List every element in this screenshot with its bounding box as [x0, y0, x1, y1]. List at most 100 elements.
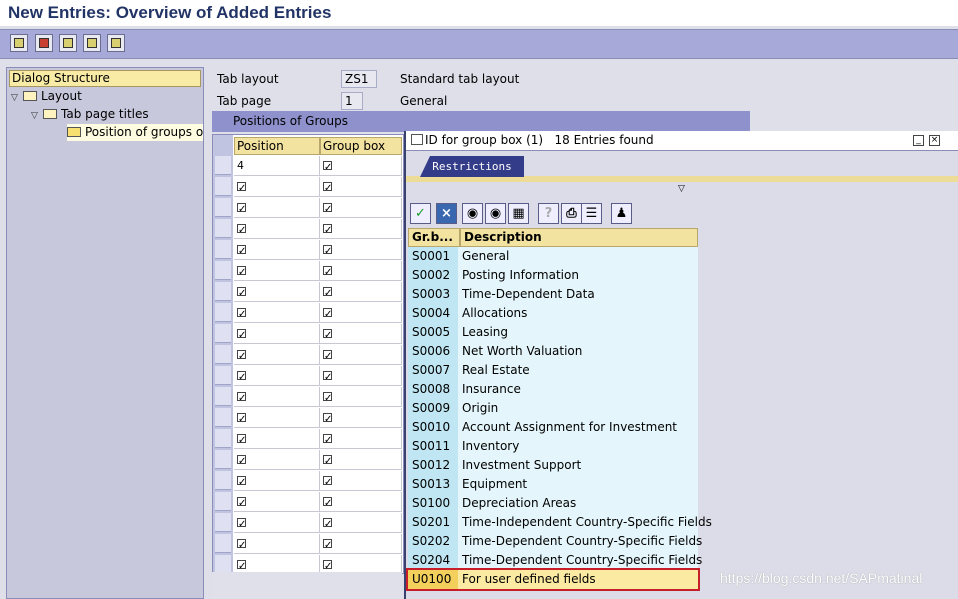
tree-node-tab-page-titles[interactable]: ▽ Tab page titles — [31, 106, 149, 123]
row-selector[interactable] — [215, 198, 231, 217]
checkbox-icon[interactable] — [237, 263, 246, 282]
checkbox-icon[interactable] — [237, 179, 246, 198]
checkbox-icon[interactable] — [237, 389, 246, 408]
group-box-cell[interactable] — [320, 429, 402, 450]
position-cell[interactable] — [234, 513, 320, 534]
checkbox-icon[interactable] — [323, 305, 332, 324]
checkbox-icon[interactable] — [323, 284, 332, 303]
row-selector[interactable] — [215, 177, 231, 196]
position-cell[interactable] — [234, 282, 320, 303]
list-item[interactable]: S0007 Real Estate — [408, 361, 698, 380]
select-all-icon[interactable] — [59, 34, 77, 52]
group-box-cell[interactable] — [320, 345, 402, 366]
list-item[interactable]: S0006 Net Worth Valuation — [408, 342, 698, 361]
group-box-cell[interactable] — [320, 450, 402, 471]
row-selector[interactable] — [215, 471, 231, 490]
checkbox-icon[interactable] — [323, 410, 332, 429]
checkbox-icon[interactable] — [323, 494, 332, 513]
list-item[interactable]: S0009 Origin — [408, 399, 698, 418]
checkbox-icon[interactable] — [237, 242, 246, 261]
cancel-icon[interactable]: × — [436, 203, 457, 224]
checkbox-icon[interactable] — [237, 515, 246, 534]
select-block-icon[interactable] — [83, 34, 101, 52]
print-icon[interactable]: ⎙ — [561, 203, 582, 224]
group-box-cell[interactable] — [320, 492, 402, 513]
position-cell[interactable] — [234, 366, 320, 387]
tab-layout-field[interactable]: ZS1 — [341, 70, 377, 88]
list-item[interactable]: S0202 Time-Dependent Country-Specific Fie… — [408, 532, 702, 551]
checkbox-icon[interactable] — [237, 494, 246, 513]
checkbox-icon[interactable] — [323, 242, 332, 261]
checkbox-icon[interactable] — [237, 410, 246, 429]
group-box-cell[interactable] — [320, 177, 402, 198]
list-item[interactable]: S0001 General — [408, 247, 698, 266]
checkbox-icon[interactable] — [323, 179, 332, 198]
checkbox-icon[interactable] — [323, 158, 332, 177]
row-selector[interactable] — [215, 513, 231, 532]
group-box-cell[interactable] — [320, 219, 402, 240]
row-selector[interactable] — [215, 450, 231, 469]
position-cell[interactable] — [234, 324, 320, 345]
list-item[interactable]: S0012 Investment Support — [408, 456, 698, 475]
checkbox-icon[interactable] — [237, 305, 246, 324]
minimize-icon[interactable]: _ — [913, 135, 924, 146]
position-cell[interactable] — [234, 450, 320, 471]
position-cell[interactable] — [234, 177, 320, 198]
find-next-icon[interactable]: ◉ — [485, 203, 506, 224]
group-box-cell[interactable] — [320, 324, 402, 345]
list-item[interactable]: S0201 Time-Independent Country-Specific F… — [408, 513, 712, 532]
position-cell[interactable] — [234, 429, 320, 450]
column-header-group-box-id[interactable]: Gr.b... — [408, 228, 460, 247]
row-selector[interactable] — [215, 366, 231, 385]
list-item[interactable]: S0008 Insurance — [408, 380, 698, 399]
checkbox-icon[interactable] — [323, 263, 332, 282]
group-box-cell[interactable] — [320, 471, 402, 492]
list-item[interactable]: S0003 Time-Dependent Data — [408, 285, 698, 304]
expand-triangle-icon[interactable]: ▽ — [31, 108, 43, 125]
row-selector[interactable] — [215, 240, 231, 259]
checkbox-icon[interactable] — [323, 557, 332, 576]
delete-icon[interactable] — [35, 34, 53, 52]
checkbox-icon[interactable] — [323, 431, 332, 450]
row-selector[interactable] — [215, 324, 231, 343]
find-icon[interactable]: ◉ — [462, 203, 483, 224]
column-header-description[interactable]: Description — [460, 228, 698, 247]
position-cell[interactable] — [234, 303, 320, 324]
group-box-cell[interactable] — [320, 156, 402, 177]
close-icon[interactable]: × — [929, 135, 940, 146]
list-settings-icon[interactable]: ☰ — [581, 203, 602, 224]
position-cell[interactable] — [234, 492, 320, 513]
tab-page-field[interactable]: 1 — [341, 92, 363, 110]
checkbox-icon[interactable] — [237, 200, 246, 219]
checkbox-icon[interactable] — [323, 452, 332, 471]
list-item[interactable]: U0100 For user defined fields — [406, 568, 700, 591]
column-header-group-box[interactable]: Group box — [320, 137, 402, 155]
checkbox-icon[interactable] — [323, 368, 332, 387]
checkbox-icon[interactable] — [323, 200, 332, 219]
list-item[interactable]: S0004 Allocations — [408, 304, 698, 323]
list-item[interactable]: S0002 Posting Information — [408, 266, 698, 285]
group-box-cell[interactable] — [320, 513, 402, 534]
position-cell[interactable] — [234, 198, 320, 219]
group-box-cell[interactable] — [320, 387, 402, 408]
checkbox-icon[interactable] — [323, 515, 332, 534]
group-box-cell[interactable] — [320, 366, 402, 387]
checkbox-icon[interactable] — [323, 326, 332, 345]
position-cell[interactable] — [234, 261, 320, 282]
checkbox-icon[interactable] — [237, 284, 246, 303]
checkbox-icon[interactable] — [323, 221, 332, 240]
expand-restrictions-icon[interactable]: ▽ — [678, 184, 685, 194]
group-box-cell[interactable] — [320, 198, 402, 219]
change-icon[interactable] — [10, 34, 28, 52]
checkbox-icon[interactable] — [237, 557, 246, 576]
checkbox-icon[interactable] — [237, 536, 246, 555]
row-selector[interactable] — [215, 303, 231, 322]
list-item[interactable]: S0204 Time-Dependent Country-Specific Fie… — [408, 551, 702, 570]
position-cell[interactable] — [234, 534, 320, 555]
list-item[interactable]: S0010 Account Assignment for Investment — [408, 418, 698, 437]
column-header-position[interactable]: Position — [234, 137, 320, 155]
checkbox-icon[interactable] — [323, 389, 332, 408]
confirm-checkmark-icon[interactable]: ✓ — [410, 203, 431, 224]
position-cell[interactable] — [234, 471, 320, 492]
checkbox-icon[interactable] — [323, 473, 332, 492]
